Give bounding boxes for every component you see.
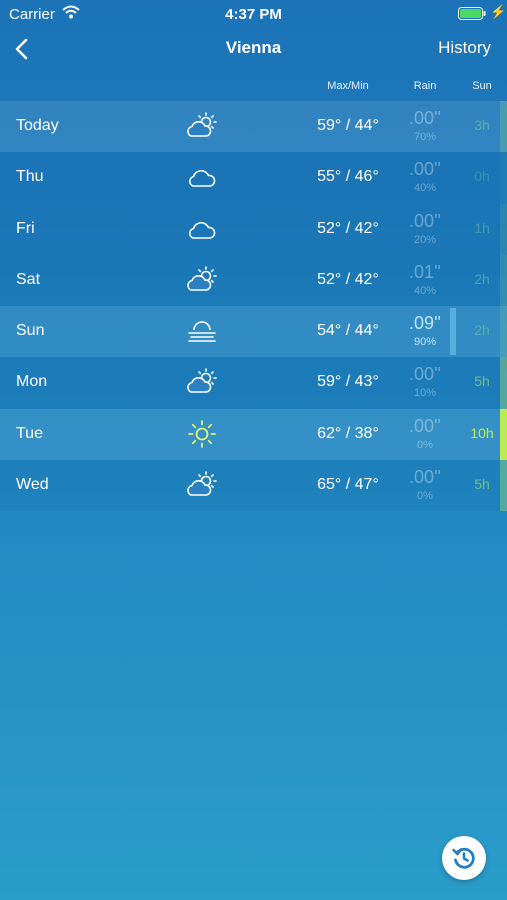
forecast-day: Fri (16, 219, 35, 237)
forecast-day: Thu (16, 168, 44, 186)
sun-hours: 0h (474, 168, 490, 185)
sun-hours: 1h (474, 219, 490, 236)
sun-indicator-bar (500, 152, 507, 204)
history-button[interactable]: History (438, 38, 491, 58)
column-header-max-min: Max/Min (327, 80, 369, 92)
partly-cloudy-icon (186, 111, 218, 141)
forecast-day: Sun (16, 322, 45, 340)
rain-amount: .01'' (409, 261, 441, 282)
partly-cloudy-icon (186, 470, 218, 500)
chevron-left-icon (15, 38, 28, 60)
forecast-temps: 54° / 44° (317, 322, 379, 340)
rain-chance: 40% (413, 182, 437, 195)
status-bar: Carrier 4:37 PM ⚡ (0, 0, 507, 28)
forecast-row[interactable]: Wed 65° / 47° .00'' 0% 5h (0, 460, 507, 512)
rain-amount: .09'' (409, 313, 441, 334)
sun-indicator-bar (500, 203, 507, 255)
rain-amount: .00'' (409, 210, 441, 231)
rain-chance: 10% (413, 387, 437, 400)
forecast-row[interactable]: Sat 52° / 42° .01'' 40% 2h (0, 254, 507, 307)
charging-bolt-icon: ⚡ (490, 4, 507, 19)
forecast-row[interactable]: Today 59° / 44° .00'' 70% 3h (0, 101, 507, 153)
history-icon (452, 847, 475, 869)
forecast-temps: 65° / 47° (317, 476, 379, 494)
sun-indicator-bar (500, 306, 507, 358)
fog-icon (186, 316, 218, 346)
sun-hours: 2h (474, 270, 490, 287)
battery-icon (458, 7, 486, 20)
sun-indicator-bar (500, 101, 507, 153)
forecast-row[interactable]: Mon 59° / 43° .00'' 10% 5h (0, 357, 507, 409)
forecast-temps: 52° / 42° (317, 219, 379, 237)
rain-chance: 90% (413, 336, 437, 349)
rain-amount: .00'' (409, 415, 441, 436)
status-time: 4:37 PM (225, 6, 282, 23)
forecast-temps: 55° / 46° (317, 168, 379, 186)
column-header-sun: Sun (472, 80, 492, 92)
forecast-row[interactable]: Sun 54° / 44° .09'' 90% 2h (0, 306, 507, 358)
rain-chance: 0% (417, 490, 433, 503)
forecast-day: Tue (16, 424, 43, 442)
forecast-list: Today 59° / 44° .00'' 70% 3h Thu 55° / 46° .00'… (0, 101, 507, 512)
sun-indicator-bar (500, 408, 507, 461)
forecast-temps: 52° / 42° (317, 270, 379, 288)
history-floating-button[interactable] (442, 836, 486, 880)
forecast-day: Mon (16, 373, 48, 391)
rain-indicator-bar (450, 308, 456, 356)
forecast-row[interactable]: Fri 52° / 42° .00'' 20% 1h (0, 203, 507, 255)
partly-cloudy-icon (186, 367, 218, 397)
navigation-bar: Vienna History (0, 30, 507, 70)
rain-amount: .00'' (409, 467, 441, 488)
sunny-icon (186, 419, 218, 449)
partly-cloudy-icon (186, 265, 218, 295)
sun-hours: 2h (474, 322, 490, 339)
forecast-row[interactable]: Tue 62° / 38° .00'' 0% 10h (0, 408, 507, 461)
sun-hours: 3h (474, 117, 490, 133)
rain-chance: 70% (413, 131, 437, 143)
page-title: Vienna (225, 38, 282, 57)
forecast-temps: 62° / 38° (317, 424, 379, 442)
rain-chance: 0% (417, 438, 433, 451)
rain-chance: 40% (413, 284, 437, 297)
column-header-rain: Rain (413, 80, 437, 92)
sun-hours: 10h (470, 424, 494, 441)
rain-chance: 20% (413, 233, 437, 246)
back-button[interactable] (12, 36, 34, 62)
forecast-day: Today (16, 117, 59, 134)
forecast-row[interactable]: Thu 55° / 46° .00'' 40% 0h (0, 152, 507, 204)
column-headers: Max/Min Rain Sun (0, 80, 507, 96)
forecast-temps: 59° / 44° (317, 117, 379, 134)
forecast-day: Sat (16, 270, 41, 288)
cloudy-icon (186, 162, 218, 192)
sun-hours: 5h (474, 373, 490, 390)
sun-indicator-bar (500, 254, 507, 307)
forecast-day: Wed (16, 476, 49, 494)
sun-hours: 5h (474, 476, 490, 493)
rain-amount: .00'' (409, 159, 441, 180)
forecast-temps: 59° / 43° (317, 373, 379, 391)
rain-amount: .00'' (409, 364, 441, 385)
sun-indicator-bar (500, 357, 507, 409)
sun-indicator-bar (500, 460, 507, 512)
rain-amount: .00'' (409, 108, 441, 128)
cloudy-icon (186, 214, 218, 244)
